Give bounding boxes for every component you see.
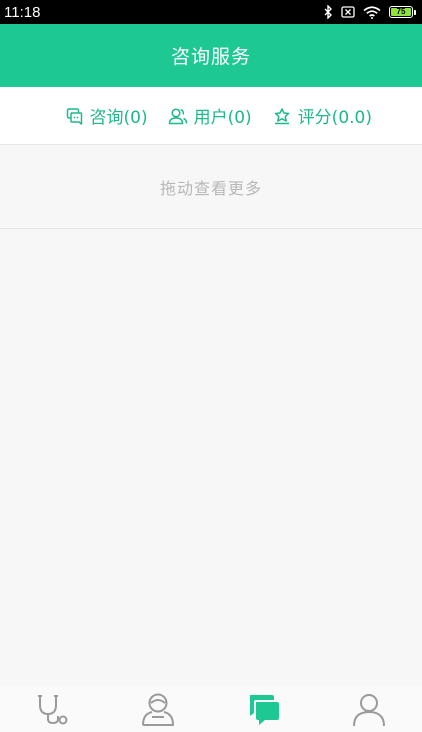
stat-rating-label: 评分(0.0) bbox=[297, 108, 372, 128]
stat-consultations-label: 咨询(0) bbox=[89, 108, 148, 128]
status-time: 11:18 bbox=[4, 3, 41, 21]
load-more-text: 拖动查看更多 bbox=[159, 178, 262, 198]
load-more-hint[interactable]: 拖动查看更多 bbox=[0, 145, 422, 229]
stat-consultations[interactable]: 咨询(0) bbox=[66, 103, 148, 128]
bottom-nav bbox=[0, 686, 422, 732]
nav-item-chat[interactable] bbox=[211, 686, 317, 732]
stat-rating[interactable]: 评分(0.0) bbox=[272, 103, 372, 128]
stethoscope-icon bbox=[37, 695, 68, 725]
profile-icon bbox=[353, 694, 386, 727]
stat-users[interactable]: 用户(0) bbox=[168, 103, 252, 128]
battery-icon: 75 bbox=[389, 6, 416, 18]
status-bar: 11:18 75 bbox=[0, 0, 422, 24]
consult-icon bbox=[66, 107, 82, 125]
nav-item-doctor[interactable] bbox=[106, 686, 212, 732]
battery-level: 75 bbox=[391, 8, 411, 16]
wifi-icon bbox=[363, 5, 381, 19]
page-title: 咨询服务 bbox=[170, 46, 251, 68]
no-sim-icon bbox=[341, 6, 355, 18]
rating-icon bbox=[274, 107, 289, 124]
app-header: 咨询服务 bbox=[0, 24, 422, 87]
nav-item-stethoscope[interactable] bbox=[0, 686, 106, 732]
stats-bar: 咨询(0) 用户(0) 评分(0.0) bbox=[0, 87, 422, 145]
users-icon bbox=[168, 107, 187, 124]
status-icons: 75 bbox=[323, 5, 416, 19]
nav-item-profile[interactable] bbox=[317, 686, 422, 732]
doctor-icon bbox=[142, 693, 175, 726]
chat-icon bbox=[249, 695, 279, 725]
stat-users-label: 用户(0) bbox=[193, 108, 252, 128]
bluetooth-icon bbox=[324, 5, 332, 19]
